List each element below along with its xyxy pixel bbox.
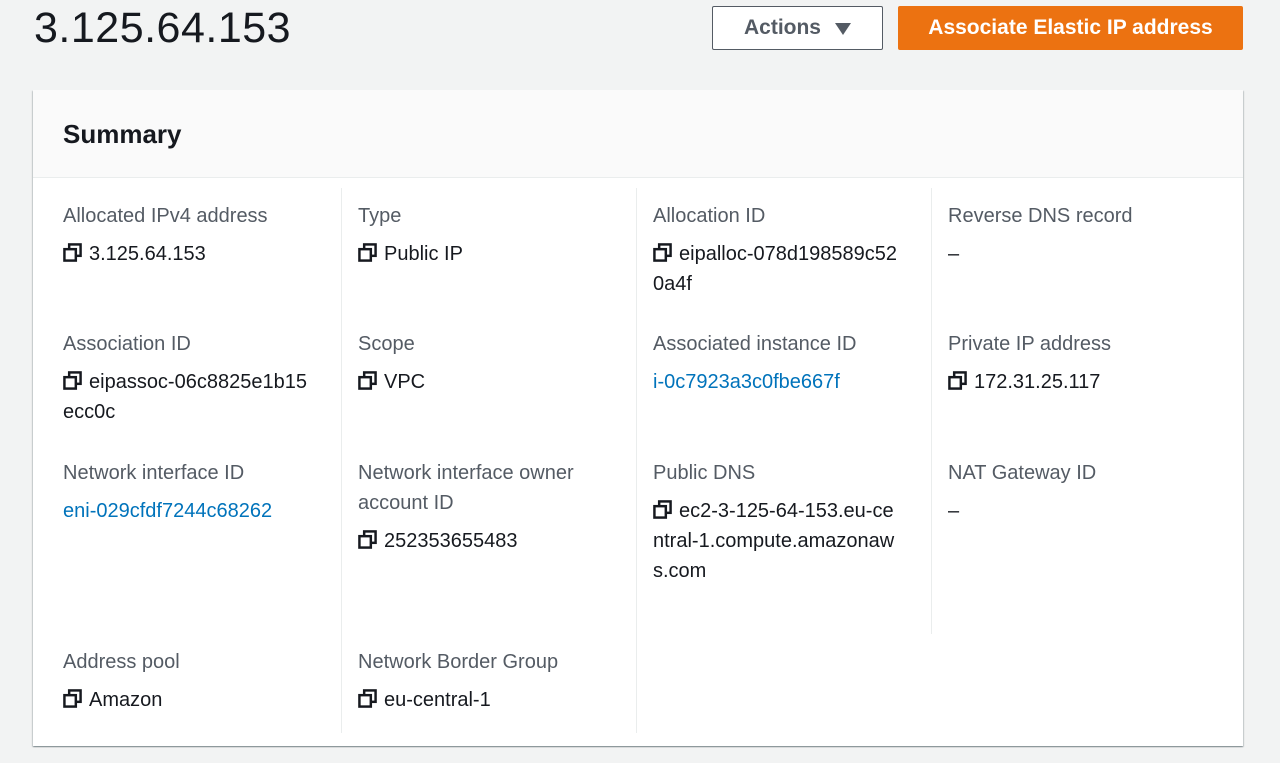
field-label: Private IP address bbox=[948, 333, 1112, 355]
page-title: 3.125.64.153 bbox=[34, 4, 292, 52]
actions-button-label: Actions bbox=[743, 16, 821, 39]
field-value: 252353655483 bbox=[358, 526, 608, 556]
column-divider bbox=[636, 188, 637, 733]
summary-title: Summary bbox=[63, 119, 182, 149]
interface-owner-value: 252353655483 bbox=[384, 530, 518, 552]
field-scope: Scope VPC bbox=[358, 329, 608, 397]
field-value: eipalloc-078d198589c520a4f bbox=[653, 239, 903, 299]
field-label: Reverse DNS record bbox=[948, 205, 1133, 227]
associate-elastic-ip-button[interactable]: Associate Elastic IP address bbox=[898, 6, 1243, 50]
field-allocated-ipv4: Allocated IPv4 address 3.125.64.153 bbox=[63, 201, 313, 269]
field-interface-owner: Network interface owner account ID 25235… bbox=[358, 458, 608, 556]
public-dns-value: ec2-3-125-64-153.eu-central-1.compute.am… bbox=[653, 500, 895, 582]
field-value: Amazon bbox=[63, 685, 313, 715]
field-network-interface: Network interface ID eni-029cfdf7244c682… bbox=[63, 458, 313, 526]
associate-button-label: Associate Elastic IP address bbox=[928, 16, 1213, 39]
field-address-pool: Address pool Amazon bbox=[63, 647, 313, 715]
field-label: Association ID bbox=[63, 333, 191, 355]
field-border-group: Network Border Group eu-central-1 bbox=[358, 647, 608, 715]
scope-value: VPC bbox=[384, 371, 426, 393]
summary-header: Summary bbox=[33, 90, 1243, 178]
field-label: Network interface owner account ID bbox=[358, 462, 574, 514]
field-nat-gateway: NAT Gateway ID – bbox=[948, 458, 1198, 526]
copy-icon[interactable] bbox=[358, 530, 377, 549]
field-value: VPC bbox=[358, 367, 608, 397]
field-label: Associated instance ID bbox=[653, 333, 857, 355]
field-label: Public DNS bbox=[653, 462, 756, 484]
field-value: 3.125.64.153 bbox=[63, 239, 313, 269]
allocation-id-value: eipalloc-078d198589c520a4f bbox=[653, 243, 897, 295]
field-value: – bbox=[948, 239, 1198, 269]
field-label: Network Border Group bbox=[358, 651, 559, 673]
copy-icon[interactable] bbox=[63, 243, 82, 262]
field-public-dns: Public DNS ec2-3-125-64-153.eu-central-1… bbox=[653, 458, 903, 586]
nat-gateway-value: – bbox=[948, 500, 960, 522]
field-label: NAT Gateway ID bbox=[948, 462, 1097, 484]
type-value: Public IP bbox=[384, 243, 463, 265]
copy-icon[interactable] bbox=[948, 371, 967, 390]
caret-down-icon bbox=[835, 22, 851, 35]
copy-icon[interactable] bbox=[653, 500, 672, 519]
association-id-value: eipassoc-06c8825e1b15ecc0c bbox=[63, 371, 307, 423]
field-label: Address pool bbox=[63, 651, 180, 673]
copy-icon[interactable] bbox=[358, 243, 377, 262]
field-label: Type bbox=[358, 205, 402, 227]
field-allocation-id: Allocation ID eipalloc-078d198589c520a4f bbox=[653, 201, 903, 299]
address-pool-value: Amazon bbox=[89, 689, 163, 711]
field-value: – bbox=[948, 496, 1198, 526]
field-value: eni-029cfdf7244c68262 bbox=[63, 496, 313, 526]
network-interface-link[interactable]: eni-029cfdf7244c68262 bbox=[63, 500, 272, 522]
field-label: Allocated IPv4 address bbox=[63, 205, 268, 227]
associated-instance-link[interactable]: i-0c7923a3c0fbe667f bbox=[653, 371, 840, 393]
copy-icon[interactable] bbox=[63, 689, 82, 708]
copy-icon[interactable] bbox=[653, 243, 672, 262]
field-value: 172.31.25.117 bbox=[948, 367, 1198, 397]
field-associated-instance: Associated instance ID i-0c7923a3c0fbe66… bbox=[653, 329, 903, 397]
actions-dropdown-button[interactable]: Actions bbox=[712, 6, 883, 50]
copy-icon[interactable] bbox=[358, 371, 377, 390]
field-label: Scope bbox=[358, 333, 415, 355]
allocated-ipv4-value: 3.125.64.153 bbox=[89, 243, 206, 265]
field-association-id: Association ID eipassoc-06c8825e1b15ecc0… bbox=[63, 329, 313, 427]
copy-icon[interactable] bbox=[63, 371, 82, 390]
field-value: eipassoc-06c8825e1b15ecc0c bbox=[63, 367, 313, 427]
column-divider bbox=[341, 188, 342, 733]
column-divider bbox=[931, 188, 932, 634]
reverse-dns-value: – bbox=[948, 243, 960, 265]
border-group-value: eu-central-1 bbox=[384, 689, 491, 711]
field-value: i-0c7923a3c0fbe667f bbox=[653, 367, 903, 397]
field-label: Allocation ID bbox=[653, 205, 766, 227]
field-type: Type Public IP bbox=[358, 201, 608, 269]
field-private-ip: Private IP address 172.31.25.117 bbox=[948, 329, 1198, 397]
private-ip-value: 172.31.25.117 bbox=[974, 371, 1101, 393]
field-value: Public IP bbox=[358, 239, 608, 269]
field-value: ec2-3-125-64-153.eu-central-1.compute.am… bbox=[653, 496, 903, 586]
field-label: Network interface ID bbox=[63, 462, 245, 484]
field-reverse-dns: Reverse DNS record – bbox=[948, 201, 1198, 269]
copy-icon[interactable] bbox=[358, 689, 377, 708]
summary-panel: Summary Allocated IPv4 address 3.125.64.… bbox=[33, 90, 1243, 746]
field-value: eu-central-1 bbox=[358, 685, 608, 715]
